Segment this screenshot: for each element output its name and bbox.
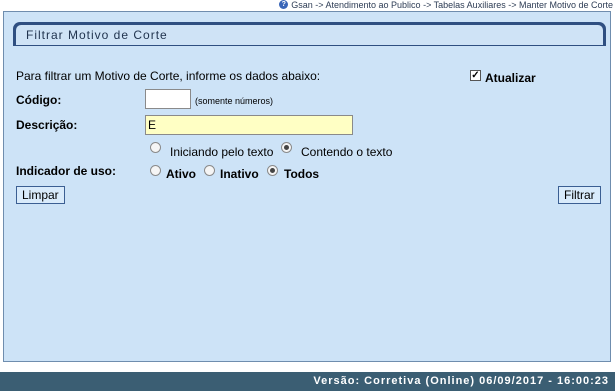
radio-contendo-label: Contendo o texto: [301, 145, 393, 159]
codigo-hint: (somente números): [195, 96, 274, 106]
descricao-input[interactable]: [145, 115, 353, 135]
radio-ativo[interactable]: [150, 165, 161, 176]
panel-title-bar: Filtrar Motivo de Corte: [13, 22, 606, 46]
descricao-label: Descrição:: [16, 118, 78, 132]
radio-inativo[interactable]: [204, 165, 215, 176]
indicador-uso-label: Indicador de uso:: [16, 164, 117, 178]
filter-panel: Filtrar Motivo de Corte Para filtrar um …: [3, 11, 611, 362]
instructions-text: Para filtrar um Motivo de Corte, informe…: [16, 69, 321, 83]
breadcrumb: ? Gsan -> Atendimento ao Publico -> Tabel…: [279, 0, 613, 11]
help-icon[interactable]: ?: [279, 0, 289, 9]
breadcrumb-text: Gsan -> Atendimento ao Publico -> Tabela…: [291, 0, 613, 10]
radio-ativo-label: Ativo: [166, 167, 196, 181]
panel-title: Filtrar Motivo de Corte: [16, 25, 603, 45]
radio-todos-label: Todos: [284, 167, 320, 181]
footer-version: Versão: Corretiva (Online) 06/09/2017 - …: [0, 372, 615, 391]
radio-contendo[interactable]: [281, 142, 292, 153]
filtrar-button[interactable]: Filtrar: [558, 186, 601, 204]
radio-todos[interactable]: [267, 165, 278, 176]
radio-iniciando[interactable]: [150, 142, 161, 153]
radio-inativo-label: Inativo: [220, 167, 259, 181]
radio-iniciando-label: Iniciando pelo texto: [170, 145, 274, 159]
atualizar-checkbox[interactable]: ✓: [470, 70, 481, 81]
codigo-input[interactable]: [145, 89, 191, 109]
limpar-button[interactable]: Limpar: [16, 186, 65, 204]
atualizar-label: Atualizar: [485, 71, 536, 85]
codigo-label: Código:: [16, 93, 62, 107]
